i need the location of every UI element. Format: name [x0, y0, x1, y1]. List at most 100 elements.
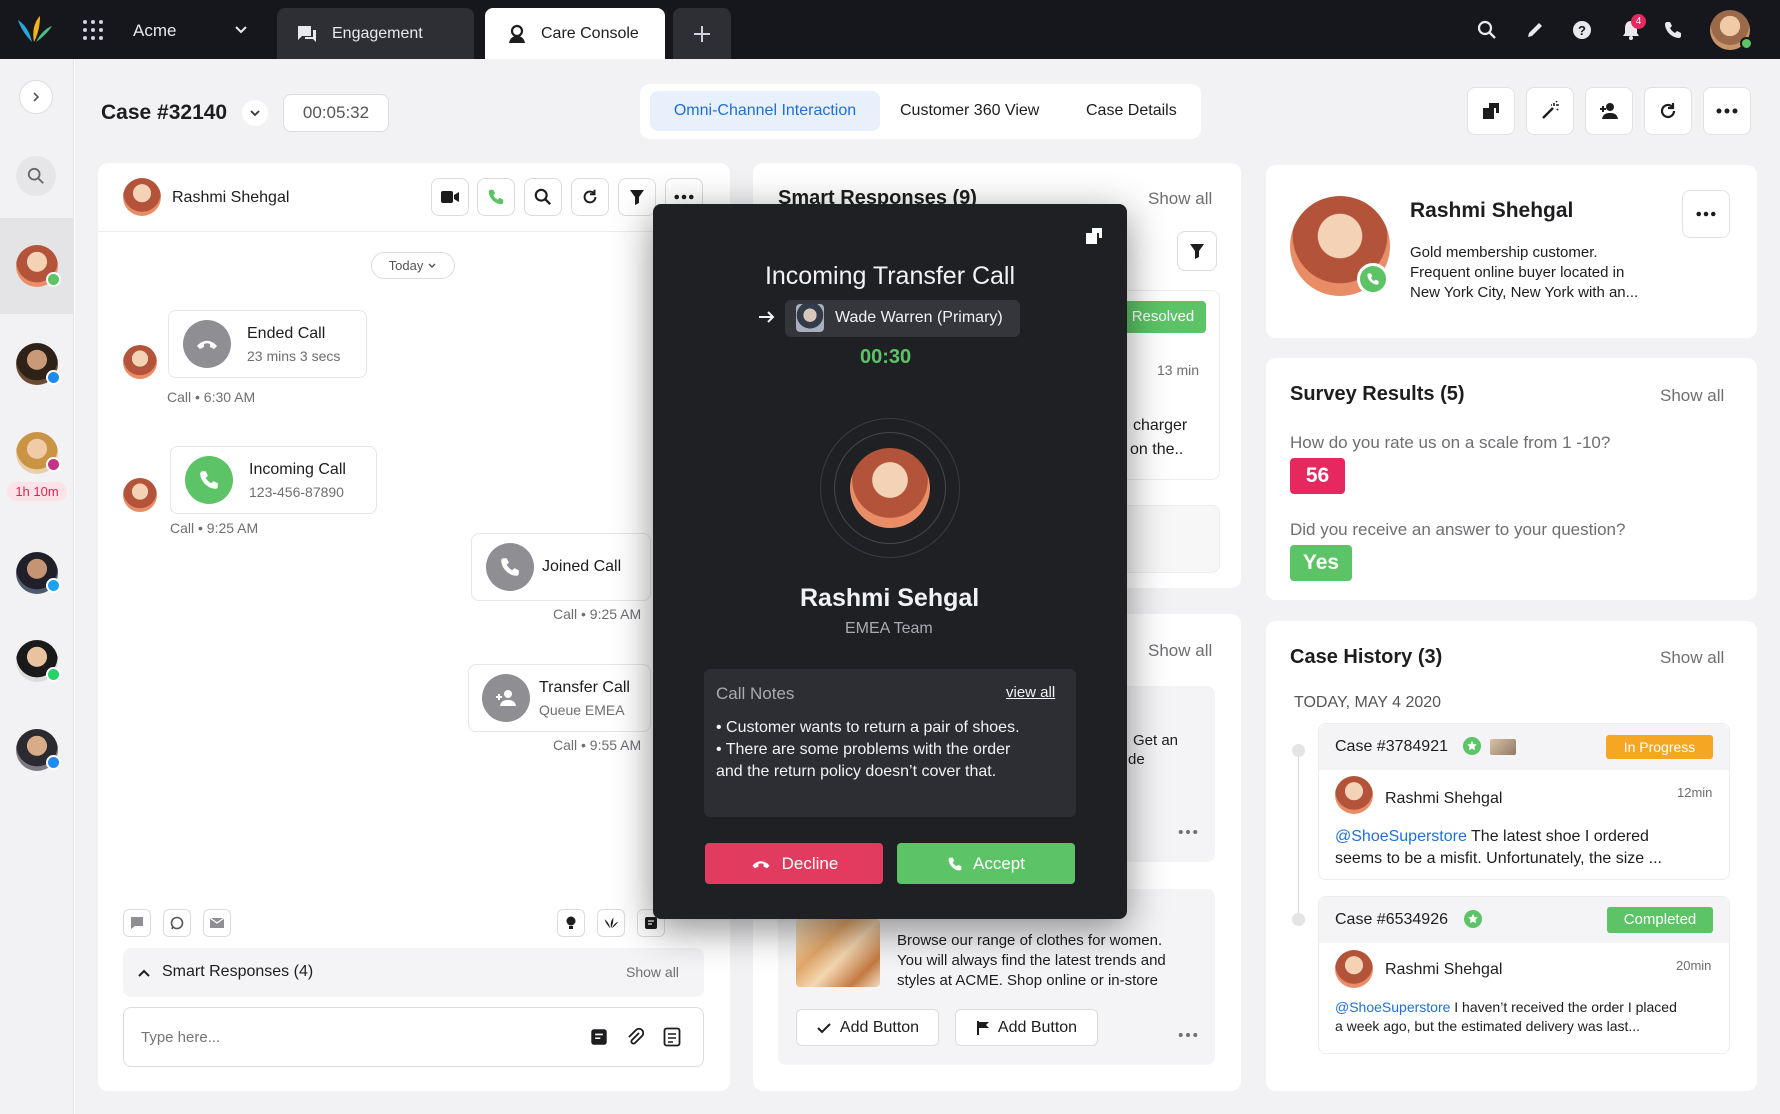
survey-show-all[interactable]: Show all	[1660, 386, 1724, 406]
case-dropdown-button[interactable]	[242, 100, 268, 126]
case-timer: 00:05:32	[283, 94, 389, 132]
accept-button[interactable]: Accept	[897, 843, 1075, 884]
apps-grid-icon[interactable]	[82, 19, 104, 41]
date-filter-label: Today	[388, 258, 424, 273]
notification-count-badge: 4	[1631, 14, 1646, 29]
check-icon	[816, 1022, 832, 1034]
plus-icon	[692, 24, 712, 44]
phone-icon[interactable]	[1663, 20, 1683, 40]
knowledge-show-all[interactable]: Show all	[1148, 641, 1212, 661]
magic-wand-button[interactable]	[1526, 87, 1574, 135]
add-button-1[interactable]: Add Button	[796, 1009, 939, 1046]
survey-question: Did you receive an answer to your questi…	[1290, 520, 1626, 539]
survey-question: How do you rate us on a scale from 1 -10…	[1290, 433, 1611, 452]
instagram-channel-icon	[46, 457, 61, 472]
case-history-title: Case History (3)	[1290, 646, 1443, 668]
document-icon[interactable]	[663, 1027, 681, 1047]
incoming-call-icon	[185, 456, 233, 504]
pencil-icon[interactable]	[1525, 20, 1545, 40]
search-icon[interactable]	[1477, 20, 1497, 40]
case-time: 20min	[1676, 958, 1712, 973]
brand-button[interactable]	[597, 909, 625, 937]
author-avatar	[1335, 776, 1373, 814]
search-conversation-button[interactable]	[524, 178, 562, 216]
call-notes-view-all[interactable]: view all	[1006, 684, 1055, 701]
rail-search-button[interactable]	[16, 156, 56, 196]
filter-button[interactable]	[1177, 231, 1217, 271]
sms-channel-button[interactable]	[123, 909, 151, 937]
ideas-button[interactable]	[557, 909, 585, 937]
email-channel-button[interactable]	[203, 909, 231, 937]
event-meta: Call • 9:55 AM	[553, 737, 642, 753]
tab-case-details[interactable]: Case Details	[1086, 102, 1177, 120]
case-message-line: a week ago, but the estimated delivery w…	[1335, 1018, 1641, 1034]
flag-icon	[976, 1020, 990, 1036]
tab-engagement[interactable]: Engagement	[277, 8, 474, 59]
whatsapp-channel-button[interactable]	[163, 909, 191, 937]
ended-call-icon	[183, 320, 231, 368]
article-more-icon[interactable]	[1178, 822, 1198, 834]
top-bar: Acme Engagement Care Console ? 4	[0, 0, 1780, 59]
filter-icon	[629, 189, 645, 205]
more-options-button[interactable]	[1703, 87, 1751, 135]
template-icon[interactable]	[590, 1028, 608, 1046]
customer-handle-link[interactable]: @ShoeSuperstore	[1335, 999, 1450, 1015]
email-icon	[209, 917, 225, 929]
case-time: 12min	[1677, 785, 1713, 800]
tab-omni-channel[interactable]: Omni-Channel Interaction	[650, 91, 880, 131]
expand-rail-button[interactable]	[19, 80, 53, 114]
smart-responses-show-all[interactable]: Show all	[626, 964, 679, 980]
case-id[interactable]: Case #6534926	[1335, 911, 1448, 929]
star-badge-icon	[1464, 910, 1482, 928]
event-subtitle: Queue EMEA	[539, 702, 625, 718]
refresh-icon	[1658, 101, 1678, 121]
contact-avatar	[123, 345, 157, 379]
message-input[interactable]	[141, 1023, 561, 1051]
case-history-show-all[interactable]: Show all	[1660, 648, 1724, 668]
product-more-icon[interactable]	[1178, 1025, 1198, 1037]
add-button-label: Add Button	[997, 1018, 1078, 1036]
workspace-name[interactable]: Acme	[133, 21, 176, 41]
voice-call-button[interactable]	[477, 178, 515, 216]
app-logo[interactable]	[14, 12, 54, 46]
chevron-down-icon[interactable]	[233, 23, 249, 35]
add-button-2[interactable]: Add Button	[955, 1009, 1098, 1046]
transfer-call-icon	[482, 674, 530, 722]
resolved-badge: Resolved	[1120, 301, 1206, 333]
product-text-line: Browse our range of clothes for women.	[897, 932, 1163, 949]
chevron-up-icon[interactable]	[137, 965, 151, 977]
profile-more-button[interactable]	[1682, 190, 1730, 238]
tab-care-console[interactable]: Care Console	[485, 8, 665, 59]
modal-title: Incoming Transfer Call	[764, 262, 1016, 290]
product-text-line: You will always find the latest trends a…	[897, 952, 1166, 969]
event-meta: Call • 9:25 AM	[170, 520, 259, 536]
note-icon	[644, 916, 658, 930]
filter-icon	[1189, 243, 1205, 259]
customer-description-line: New York City, New York with an...	[1410, 284, 1639, 301]
whatsapp-channel-icon	[46, 667, 61, 682]
agent-headset-icon	[507, 24, 527, 44]
chevron-right-icon	[30, 91, 42, 103]
help-icon[interactable]: ?	[1572, 20, 1592, 40]
decline-button[interactable]: Decline	[705, 843, 883, 884]
new-tab-button[interactable]	[673, 8, 731, 59]
twitter-channel-icon	[46, 578, 61, 593]
smart-responses-show-all[interactable]: Show all	[1148, 189, 1212, 209]
filter-button[interactable]	[618, 178, 656, 216]
refresh-button[interactable]	[1644, 87, 1692, 135]
event-title: Incoming Call	[249, 461, 346, 478]
tab-customer-360[interactable]: Customer 360 View	[900, 102, 1039, 120]
case-id[interactable]: Case #3784921	[1335, 738, 1448, 756]
customer-handle-link[interactable]: @ShoeSuperstore	[1335, 828, 1467, 845]
author-avatar	[1335, 950, 1373, 988]
add-user-button[interactable]	[1585, 87, 1633, 135]
attachment-icon[interactable]	[626, 1027, 645, 1047]
date-filter[interactable]: Today	[371, 252, 455, 279]
refresh-conversation-button[interactable]	[571, 178, 609, 216]
survey-score-badge: 56	[1290, 458, 1345, 494]
survey-title: Survey Results (5)	[1290, 383, 1465, 405]
popout-icon[interactable]	[1084, 226, 1106, 248]
call-note-line: • There are some problems with the order	[716, 741, 1011, 758]
popout-button[interactable]	[1467, 87, 1515, 135]
video-call-button[interactable]	[431, 178, 469, 216]
